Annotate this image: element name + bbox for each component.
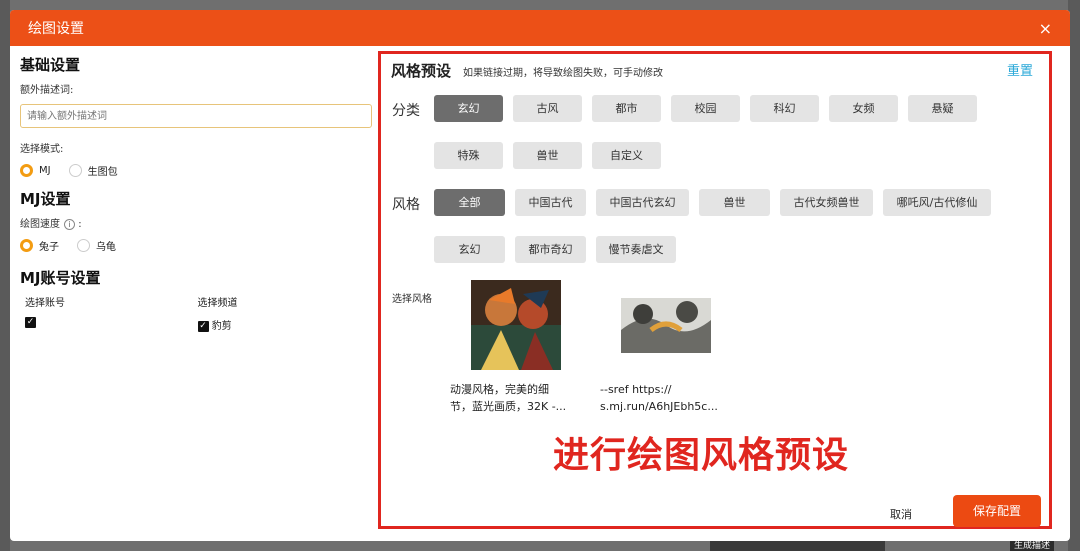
channel-label: 选择频道 [197, 298, 238, 309]
category-row-1: 玄幻 古风 都市 校园 科幻 女频 悬疑 [434, 95, 977, 122]
extra-desc-input[interactable] [20, 104, 372, 128]
preset-note: 如果链接过期，将导致绘图失败，可手动修改 [463, 68, 664, 79]
account-column: 选择账号 ✓ [25, 294, 198, 332]
dialog-title: 绘图设置 [28, 21, 84, 37]
category-chip[interactable]: 科幻 [750, 95, 819, 122]
speed-radio-rabbit[interactable]: 兔子 [20, 238, 59, 253]
category-chip[interactable]: 特殊 [434, 142, 503, 169]
style-card[interactable]: --sref https:// s.mj.run/A6hJEbh5c... [600, 280, 740, 415]
category-chip[interactable]: 兽世 [513, 142, 582, 169]
channel-checkbox[interactable]: ✓ [197, 320, 209, 332]
style-card-caption: --sref https:// s.mj.run/A6hJEbh5c... [600, 383, 718, 413]
account-label: 选择账号 [25, 298, 65, 309]
style-chip[interactable]: 玄幻 [434, 236, 505, 263]
style-chip[interactable]: 慢节奏虐文 [596, 236, 676, 263]
style-card-caption: 动漫风格，完美的细 节，蓝光画质，32K -... [450, 383, 567, 413]
speed-option-label: 兔子 [39, 242, 59, 253]
category-chip[interactable]: 都市 [592, 95, 661, 122]
preset-title: 风格预设 [391, 62, 452, 80]
info-icon[interactable]: i [64, 219, 75, 230]
style-chip[interactable]: 全部 [434, 189, 505, 216]
account-settings-title: MJ账号设置 [20, 269, 101, 287]
speed-option-label: 乌龟 [96, 242, 116, 253]
select-style-label: 选择风格 [392, 294, 432, 305]
channel-value: 豹剪 [211, 321, 232, 332]
category-chip[interactable]: 古风 [513, 95, 582, 122]
mode-label: 选择模式: [20, 144, 64, 155]
category-row-2: 特殊 兽世 自定义 [434, 142, 661, 169]
speed-label-suffix: : [78, 219, 82, 230]
reset-link[interactable]: 重置 [1007, 60, 1033, 79]
speed-label-text: 绘图速度 [20, 219, 60, 230]
mode-radio-pack[interactable]: 生图包 [68, 163, 118, 178]
channel-column: 选择频道 ✓ 豹剪 [197, 294, 371, 332]
left-settings-panel: 基础设置 额外描述词: 选择模式: MJ 生图包 MJ设置 绘图速度 i : 兔子 [10, 46, 380, 541]
radio-checked-icon [20, 239, 33, 252]
style-label: 风格 [392, 197, 420, 213]
cancel-button[interactable]: 取消 [890, 506, 912, 522]
mode-radio-mj[interactable]: MJ [20, 164, 51, 177]
mj-settings-title: MJ设置 [20, 190, 71, 208]
radio-checked-icon [20, 164, 33, 177]
category-chip[interactable]: 女频 [829, 95, 898, 122]
close-icon[interactable]: × [1039, 19, 1052, 38]
account-grid: 选择账号 ✓ 选择频道 ✓ 豹剪 [20, 294, 370, 332]
basic-settings-title: 基础设置 [20, 56, 81, 74]
dialog-titlebar: 绘图设置 × [10, 10, 1070, 46]
category-label: 分类 [392, 103, 420, 119]
style-chip[interactable]: 哪吒风/古代修仙 [883, 189, 991, 216]
category-chip[interactable]: 悬疑 [908, 95, 977, 122]
radio-unchecked-icon [68, 164, 82, 177]
style-card[interactable]: 动漫风格，完美的细 节，蓝光画质，32K -... [450, 280, 590, 415]
backdrop-left [0, 0, 10, 551]
mode-radio-group: MJ 生图包 [20, 163, 370, 178]
style-chip[interactable]: 中国古代玄幻 [596, 189, 689, 216]
preset-header: 风格预设 如果链接过期，将导致绘图失败，可手动修改 [391, 60, 1039, 81]
extra-desc-label: 额外描述词: [20, 85, 74, 96]
annotation-text: 进行绘图风格预设 [553, 435, 850, 476]
radio-unchecked-icon [77, 239, 90, 252]
mode-option-label: 生图包 [87, 167, 118, 178]
style-chip[interactable]: 中国古代 [515, 189, 586, 216]
account-checkbox[interactable]: ✓ [25, 317, 36, 328]
style-chip[interactable]: 古代女频兽世 [780, 189, 873, 216]
anime-style-thumbnail [471, 280, 561, 370]
speed-radio-group: 兔子 乌龟 [20, 238, 370, 253]
mode-option-label: MJ [39, 165, 51, 176]
category-chip[interactable]: 校园 [671, 95, 740, 122]
style-chip[interactable]: 兽世 [699, 189, 770, 216]
drawing-settings-dialog: 绘图设置 × 基础设置 额外描述词: 选择模式: MJ 生图包 MJ设置 绘图速… [10, 10, 1070, 541]
style-row-2: 玄幻 都市奇幻 慢节奏虐文 [434, 236, 676, 263]
category-chip[interactable]: 玄幻 [434, 95, 503, 122]
style-preset-panel: 风格预设 如果链接过期，将导致绘图失败，可手动修改 重置 分类 玄幻 古风 都市… [378, 51, 1052, 529]
sketch-style-thumbnail [621, 280, 711, 370]
watermark-logo: 大数跨境 [12, 521, 84, 542]
speed-radio-turtle[interactable]: 乌龟 [77, 238, 116, 253]
generate-description-button[interactable]: 生成描述 [1010, 541, 1055, 551]
background-image-strip [710, 541, 885, 551]
speed-label: 绘图速度 i : [20, 215, 370, 230]
category-chip[interactable]: 自定义 [592, 142, 661, 169]
style-row-1: 全部 中国古代 中国古代玄幻 兽世 古代女频兽世 哪吒风/古代修仙 [434, 189, 991, 216]
style-chip[interactable]: 都市奇幻 [515, 236, 586, 263]
save-config-button[interactable]: 保存配置 [953, 495, 1041, 527]
